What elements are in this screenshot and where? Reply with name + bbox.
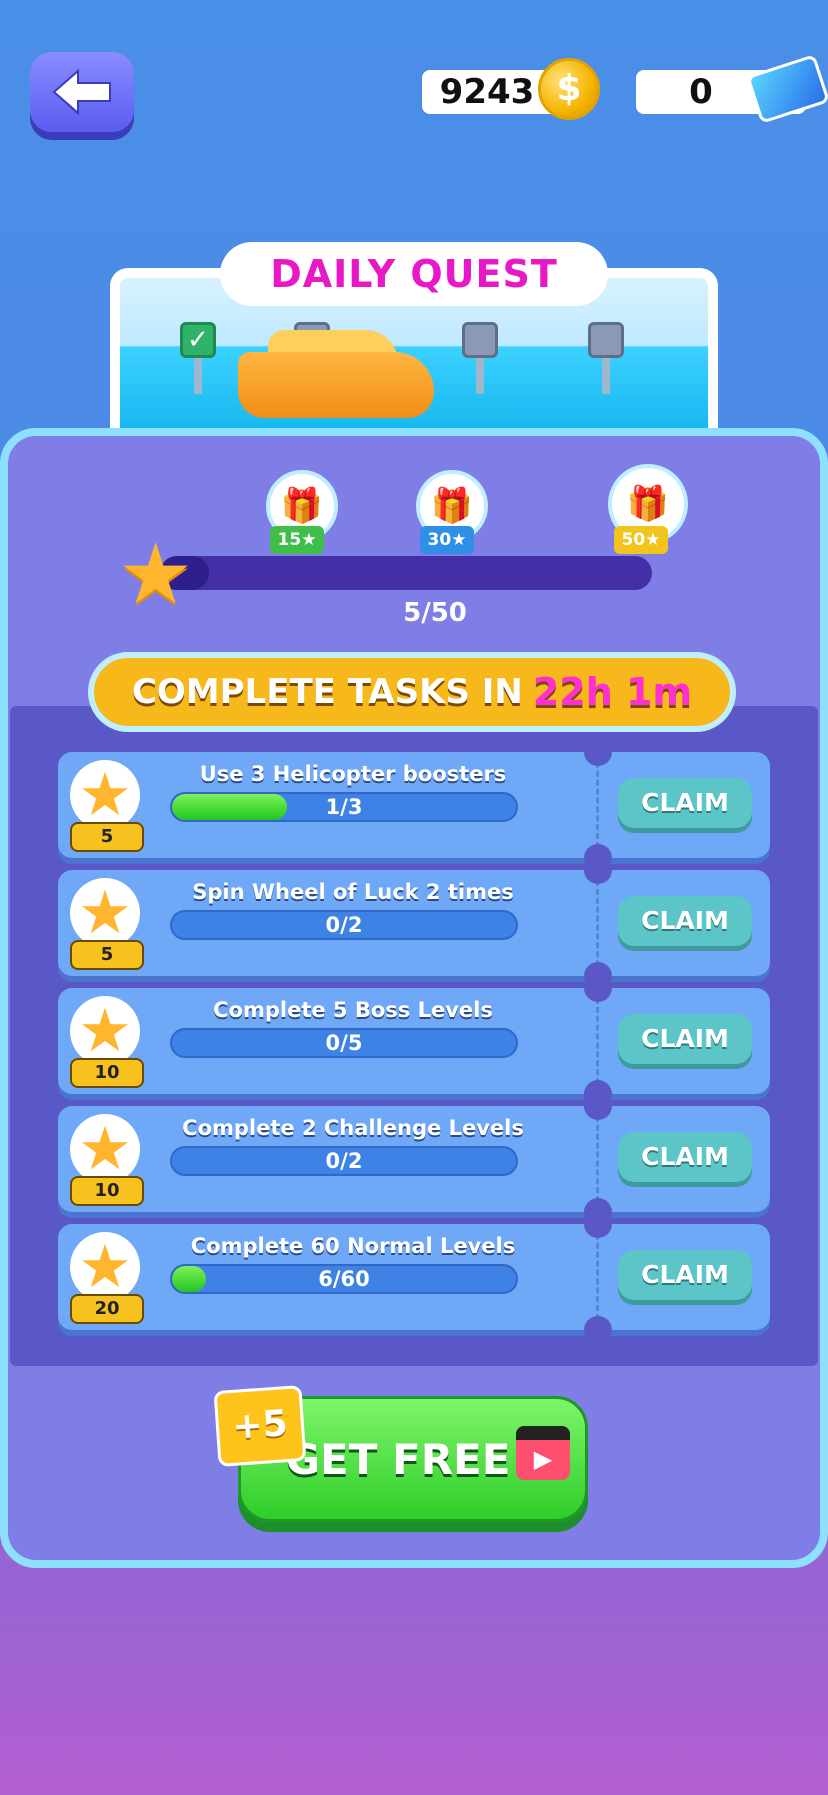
claim-button[interactable]: CLAIM [618, 1132, 752, 1182]
ticket-divider [596, 880, 599, 966]
star-icon: ★ [118, 525, 194, 623]
ticket-divider [596, 1116, 599, 1202]
checkpoint-post [476, 358, 484, 394]
ticket-notch [584, 738, 612, 766]
timer-label: COMPLETE TASKS IN [131, 672, 523, 712]
ticket-divider [596, 762, 599, 848]
task-progress-text: 0/5 [325, 1031, 363, 1055]
claim-button[interactable]: CLAIM [618, 1250, 752, 1300]
task-points: 5 [70, 940, 144, 970]
claim-button[interactable]: CLAIM [618, 778, 752, 828]
task-row: ★ 5 Spin Wheel of Luck 2 times 0/2 CLAIM [58, 856, 770, 990]
ticket-divider [596, 1234, 599, 1320]
task-points: 10 [70, 1176, 144, 1206]
ticket-notch [584, 1210, 612, 1238]
milestone-badge: 50★ [614, 526, 668, 554]
timer-banner: COMPLETE TASKS IN 22h 1m [88, 652, 736, 732]
task-row: ★ 10 Complete 2 Challenge Levels 0/2 CLAIM [58, 1092, 770, 1226]
ticket-notch [584, 1092, 612, 1120]
star-icon: ★ [70, 1232, 140, 1302]
task-name: Use 3 Helicopter boosters [199, 762, 507, 786]
task-progress-text: 0/2 [325, 913, 363, 937]
quest-progress-text: 5/50 [403, 598, 467, 628]
timer-value: 22h 1m [532, 670, 693, 714]
checkpoint-done-icon: ✓ [180, 322, 216, 358]
star-icon: ★ [70, 1114, 140, 1184]
page-title: DAILY QUEST [220, 242, 608, 306]
boat-icon [238, 352, 434, 418]
task-row: ★ 5 Use 3 Helicopter boosters 1/3 CLAIM [58, 738, 770, 872]
task-name: Complete 2 Challenge Levels [182, 1116, 524, 1140]
task-progress-bar: 1/3 [170, 792, 518, 822]
milestone-badge: 15★ [270, 526, 324, 554]
video-clapper-icon: ▶ [516, 1426, 570, 1480]
star-icon: ★ [70, 760, 140, 830]
coin-icon: $ [538, 58, 600, 120]
task-row: ★ 20 Complete 60 Normal Levels 6/60 CLAIM [58, 1210, 770, 1344]
checkpoint-post [602, 358, 610, 394]
task-progress-text: 6/60 [318, 1267, 370, 1291]
task-points: 5 [70, 822, 144, 852]
ticket-notch [584, 856, 612, 884]
back-button[interactable] [30, 52, 134, 132]
checkpoint-icon [588, 322, 624, 358]
star-icon: ★ [70, 996, 140, 1066]
task-progress-bar: 0/5 [170, 1028, 518, 1058]
ticket-icon [746, 54, 828, 124]
task-progress-text: 1/3 [325, 795, 363, 819]
get-free-label: GET FREE [285, 1434, 511, 1484]
milestone-badge: 30★ [420, 526, 474, 554]
ticket-divider [596, 998, 599, 1084]
task-name: Spin Wheel of Luck 2 times [192, 880, 514, 904]
back-arrow-icon [52, 68, 111, 116]
ticket-notch [584, 974, 612, 1002]
checkpoint-post [194, 358, 202, 394]
task-name: Complete 60 Normal Levels [190, 1234, 516, 1258]
task-progress-bar: 6/60 [170, 1264, 518, 1294]
checkpoint-icon [462, 322, 498, 358]
task-points: 20 [70, 1294, 144, 1324]
quest-progress-track [160, 556, 652, 590]
bonus-tag: +5 [213, 1385, 307, 1467]
task-name: Complete 5 Boss Levels [213, 998, 493, 1022]
task-progress-bar: 0/2 [170, 1146, 518, 1176]
task-row: ★ 10 Complete 5 Boss Levels 0/5 CLAIM [58, 974, 770, 1108]
task-points: 10 [70, 1058, 144, 1088]
ticket-notch [584, 1316, 612, 1344]
claim-button[interactable]: CLAIM [618, 1014, 752, 1064]
task-progress-text: 0/2 [325, 1149, 363, 1173]
star-icon: ★ [70, 878, 140, 948]
claim-button[interactable]: CLAIM [618, 896, 752, 946]
task-progress-bar: 0/2 [170, 910, 518, 940]
